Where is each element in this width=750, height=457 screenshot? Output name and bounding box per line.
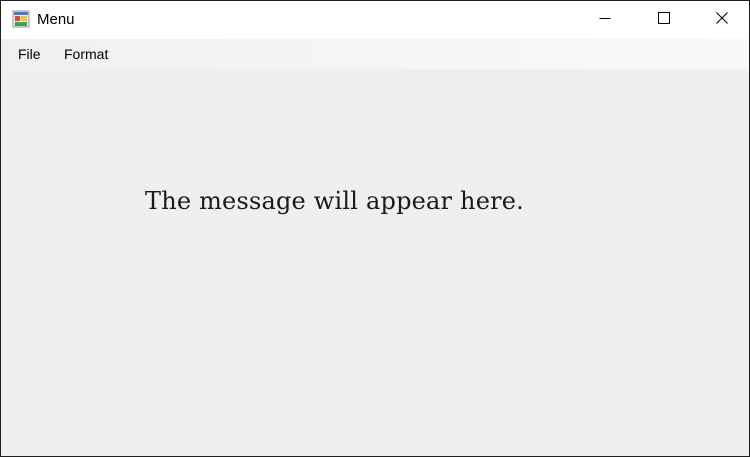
app-window: Menu File Format The message will appear… [0,0,750,457]
window-title: Menu [37,11,75,28]
title-bar[interactable]: Menu [1,0,749,39]
message-label: The message will appear here. [145,187,525,215]
app-icon[interactable] [12,10,30,28]
menu-item-file[interactable]: File [16,45,43,63]
maximize-button[interactable] [634,1,693,39]
maximize-icon [657,11,670,29]
menu-item-format[interactable]: Format [62,45,110,63]
menu-bar: File Format [1,39,749,69]
minimize-button[interactable] [575,1,634,39]
close-button[interactable] [692,1,749,39]
client-area: The message will appear here. [1,69,749,456]
close-icon [715,11,728,29]
minimize-icon [599,11,611,29]
